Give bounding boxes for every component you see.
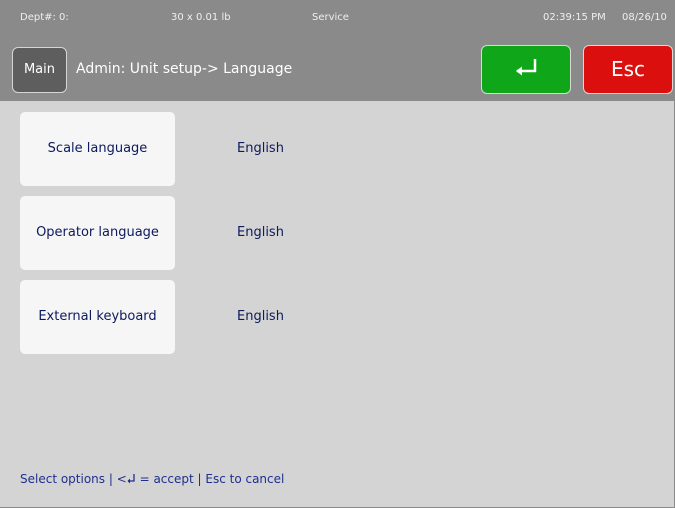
language-setup-screen: Dept#: 0: 30 x 0.01 lb Service 02:39:15 … (0, 0, 675, 508)
scale-language-button[interactable]: Scale language (20, 112, 175, 186)
operator-language-row: Operator language English (20, 196, 660, 270)
main-button[interactable]: Main (12, 47, 67, 93)
hint-line: Select options | < = accept | Esc to can… (20, 472, 284, 486)
header-bar: Main Admin: Unit setup-> Language Esc (0, 40, 674, 101)
scale-language-row: Scale language English (20, 112, 660, 186)
weight-status: 30 x 0.01 lb (171, 12, 231, 23)
hint-text-end: = accept | Esc to cancel (135, 472, 285, 486)
hint-text-start: Select options | < (20, 472, 127, 486)
date-status: 08/26/10 (622, 12, 667, 23)
enter-icon (127, 474, 135, 484)
external-keyboard-row: External keyboard English (20, 280, 660, 354)
external-keyboard-button[interactable]: External keyboard (20, 280, 175, 354)
page-title: Admin: Unit setup-> Language (76, 61, 293, 77)
mode-status: Service (312, 12, 349, 23)
operator-language-button[interactable]: Operator language (20, 196, 175, 270)
operator-language-value: English (237, 225, 284, 240)
enter-icon (516, 59, 537, 76)
scale-language-value: English (237, 141, 284, 156)
department-status: Dept#: 0: (20, 12, 69, 23)
status-bar: Dept#: 0: 30 x 0.01 lb Service 02:39:15 … (0, 0, 674, 40)
esc-button[interactable]: Esc (583, 45, 673, 94)
external-keyboard-value: English (237, 309, 284, 324)
time-status: 02:39:15 PM (543, 12, 606, 23)
accept-button[interactable] (481, 45, 571, 94)
